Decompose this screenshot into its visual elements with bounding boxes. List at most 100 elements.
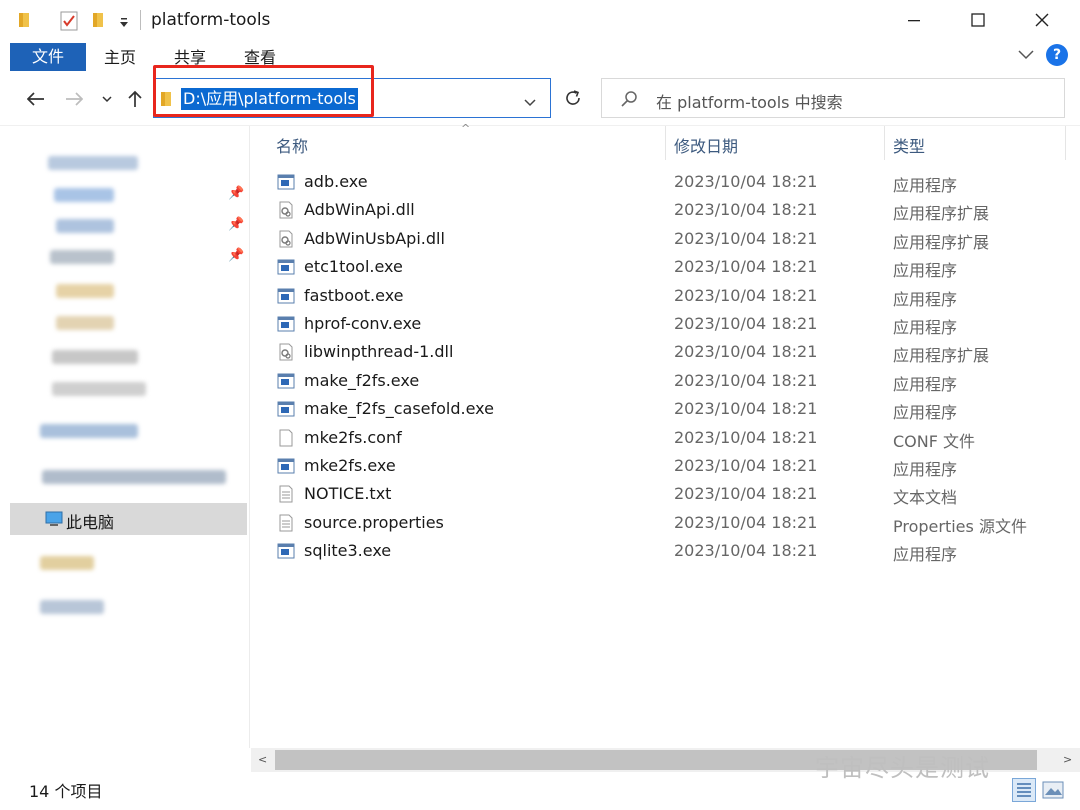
sidebar-item-network[interactable] bbox=[0, 594, 248, 622]
address-dropdown-icon[interactable] bbox=[524, 93, 536, 112]
file-type: 应用程序扩展 bbox=[893, 346, 990, 366]
title-separator bbox=[140, 10, 141, 30]
sidebar-item-folder-1[interactable] bbox=[0, 278, 248, 306]
file-date: 2023/10/04 18:21 bbox=[674, 228, 818, 248]
file-name: source.properties bbox=[304, 512, 444, 532]
sidebar-item-pinned-1[interactable]: 📌 bbox=[0, 182, 248, 210]
file-date: 2023/10/04 18:21 bbox=[674, 200, 818, 220]
search-box[interactable]: 在 platform-tools 中搜索 bbox=[601, 78, 1065, 118]
sidebar-item-folder-3[interactable] bbox=[0, 344, 248, 372]
file-name: NOTICE.txt bbox=[304, 484, 392, 504]
file-date: 2023/10/04 18:21 bbox=[674, 314, 818, 333]
file-type: 应用程序扩展 bbox=[893, 232, 990, 252]
file-row[interactable]: make_f2fs.exe 2023/10/04 18:21 应用程序 bbox=[271, 367, 1061, 395]
file-name: AdbWinUsbApi.dll bbox=[304, 228, 445, 248]
expand-ribbon-icon[interactable] bbox=[1016, 46, 1036, 66]
minimize-button[interactable] bbox=[886, 0, 942, 40]
window-title: platform-tools bbox=[151, 10, 271, 30]
file-row[interactable]: etc1tool.exe 2023/10/04 18:21 应用程序 bbox=[271, 253, 1061, 281]
sidebar-item-this-pc[interactable]: 此电脑 bbox=[10, 503, 247, 535]
tab-file[interactable]: 文件 bbox=[10, 43, 86, 71]
file-date: 2023/10/04 18:21 bbox=[674, 512, 818, 532]
file-row[interactable]: mke2fs.conf 2023/10/04 18:21 CONF 文件 bbox=[271, 424, 1061, 452]
sidebar-item-quick-access[interactable] bbox=[0, 148, 248, 176]
minimize-icon bbox=[908, 20, 920, 22]
pin-icon[interactable]: 📌 bbox=[228, 217, 244, 232]
close-icon bbox=[1035, 13, 1049, 27]
forward-button[interactable] bbox=[62, 86, 86, 112]
refresh-button[interactable] bbox=[553, 78, 593, 118]
column-header-name[interactable]: 名称 bbox=[276, 132, 661, 162]
sidebar-item-pinned-3[interactable]: 📌 bbox=[0, 244, 248, 272]
file-row[interactable]: make_f2fs_casefold.exe 2023/10/04 18:21 应用… bbox=[271, 395, 1061, 423]
scroll-right-icon[interactable]: > bbox=[1063, 753, 1072, 766]
file-date: 2023/10/04 18:21 bbox=[674, 541, 818, 561]
new-folder-icon[interactable] bbox=[92, 11, 106, 33]
pin-icon[interactable]: 📌 bbox=[228, 248, 244, 263]
sidebar-item-cloud-2[interactable] bbox=[0, 464, 248, 492]
sidebar-item-folder-4[interactable] bbox=[0, 376, 248, 404]
recent-locations-button[interactable] bbox=[98, 86, 116, 112]
file-type: 应用程序 bbox=[893, 261, 958, 281]
properties-icon[interactable] bbox=[60, 11, 78, 35]
file-date: 2023/10/04 18:21 bbox=[674, 172, 818, 191]
scroll-left-icon[interactable]: < bbox=[258, 753, 267, 766]
column-header-date[interactable]: 修改日期 bbox=[674, 132, 879, 162]
file-icon bbox=[277, 429, 295, 447]
file-name: sqlite3.exe bbox=[304, 541, 392, 561]
refresh-icon bbox=[566, 90, 580, 105]
file-name: libwinpthread-1.dll bbox=[304, 342, 454, 362]
pin-icon[interactable]: 📌 bbox=[228, 186, 244, 201]
file-date: 2023/10/04 18:21 bbox=[674, 399, 818, 419]
dll-file-icon bbox=[277, 230, 295, 248]
file-name: mke2fs.conf bbox=[304, 427, 402, 447]
file-type: 应用程序 bbox=[893, 460, 958, 479]
sidebar-item-pinned-2[interactable]: 📌 bbox=[0, 213, 248, 241]
file-type: 应用程序 bbox=[893, 403, 958, 423]
file-row[interactable]: NOTICE.txt 2023/10/04 18:21 文本文档 bbox=[271, 480, 1061, 508]
computer-icon bbox=[44, 511, 64, 531]
file-row[interactable]: mke2fs.exe 2023/10/04 18:21 应用程序 bbox=[271, 452, 1061, 480]
file-row[interactable]: fastboot.exe 2023/10/04 18:21 应用程序 bbox=[271, 282, 1061, 310]
file-row[interactable]: sqlite3.exe 2023/10/04 18:21 应用程序 bbox=[271, 537, 1061, 565]
application-icon bbox=[277, 400, 295, 418]
sidebar-item-folder-2[interactable] bbox=[0, 310, 248, 338]
tab-home[interactable]: 主页 bbox=[100, 44, 140, 72]
large-icons-view-icon[interactable] bbox=[1042, 780, 1064, 804]
title-bar: platform-tools bbox=[0, 0, 1080, 40]
customize-toolbar-icon[interactable] bbox=[118, 14, 130, 33]
file-name: fastboot.exe bbox=[304, 285, 404, 305]
back-button[interactable] bbox=[24, 86, 48, 112]
file-type: 文本文档 bbox=[893, 488, 958, 508]
file-row[interactable]: libwinpthread-1.dll 2023/10/04 18:21 应用程序扩… bbox=[271, 338, 1061, 366]
text-file-icon bbox=[277, 514, 295, 532]
column-divider[interactable] bbox=[884, 126, 885, 160]
file-date: 2023/10/04 18:21 bbox=[674, 456, 818, 475]
file-row[interactable]: hprof-conv.exe 2023/10/04 18:21 应用程序 bbox=[271, 310, 1061, 338]
chevron-down-icon bbox=[102, 96, 112, 103]
file-name: hprof-conv.exe bbox=[304, 314, 422, 333]
column-divider[interactable] bbox=[665, 126, 666, 160]
maximize-button[interactable] bbox=[950, 0, 1006, 40]
file-row[interactable]: source.properties 2023/10/04 18:21 Propert… bbox=[271, 509, 1061, 537]
column-divider[interactable] bbox=[1065, 126, 1066, 160]
file-type: 应用程序 bbox=[893, 318, 958, 337]
file-row[interactable]: AdbWinUsbApi.dll 2023/10/04 18:21 应用程序扩展 bbox=[271, 225, 1061, 253]
sidebar-item-drive-1[interactable] bbox=[0, 550, 248, 578]
column-header-type[interactable]: 类型 bbox=[893, 132, 1053, 162]
file-date: 2023/10/04 18:21 bbox=[674, 342, 818, 362]
sidebar-item-cloud-1[interactable] bbox=[0, 418, 248, 446]
folder-icon bbox=[18, 11, 32, 33]
dll-file-icon bbox=[277, 201, 295, 219]
application-icon bbox=[277, 457, 295, 475]
file-row[interactable]: adb.exe 2023/10/04 18:21 应用程序 bbox=[271, 168, 1061, 196]
details-view-icon[interactable] bbox=[1012, 778, 1036, 802]
status-bar: 14 个项目 宇宙尽头是测试 bbox=[0, 754, 1080, 810]
close-button[interactable] bbox=[1014, 0, 1070, 40]
search-placeholder: 在 platform-tools 中搜索 bbox=[656, 93, 843, 112]
file-name: adb.exe bbox=[304, 172, 368, 191]
up-button[interactable] bbox=[124, 86, 146, 112]
sidebar-item-label: 此电脑 bbox=[66, 513, 115, 532]
file-row[interactable]: AdbWinApi.dll 2023/10/04 18:21 应用程序扩展 bbox=[271, 196, 1061, 224]
help-icon[interactable]: ? bbox=[1046, 44, 1068, 66]
